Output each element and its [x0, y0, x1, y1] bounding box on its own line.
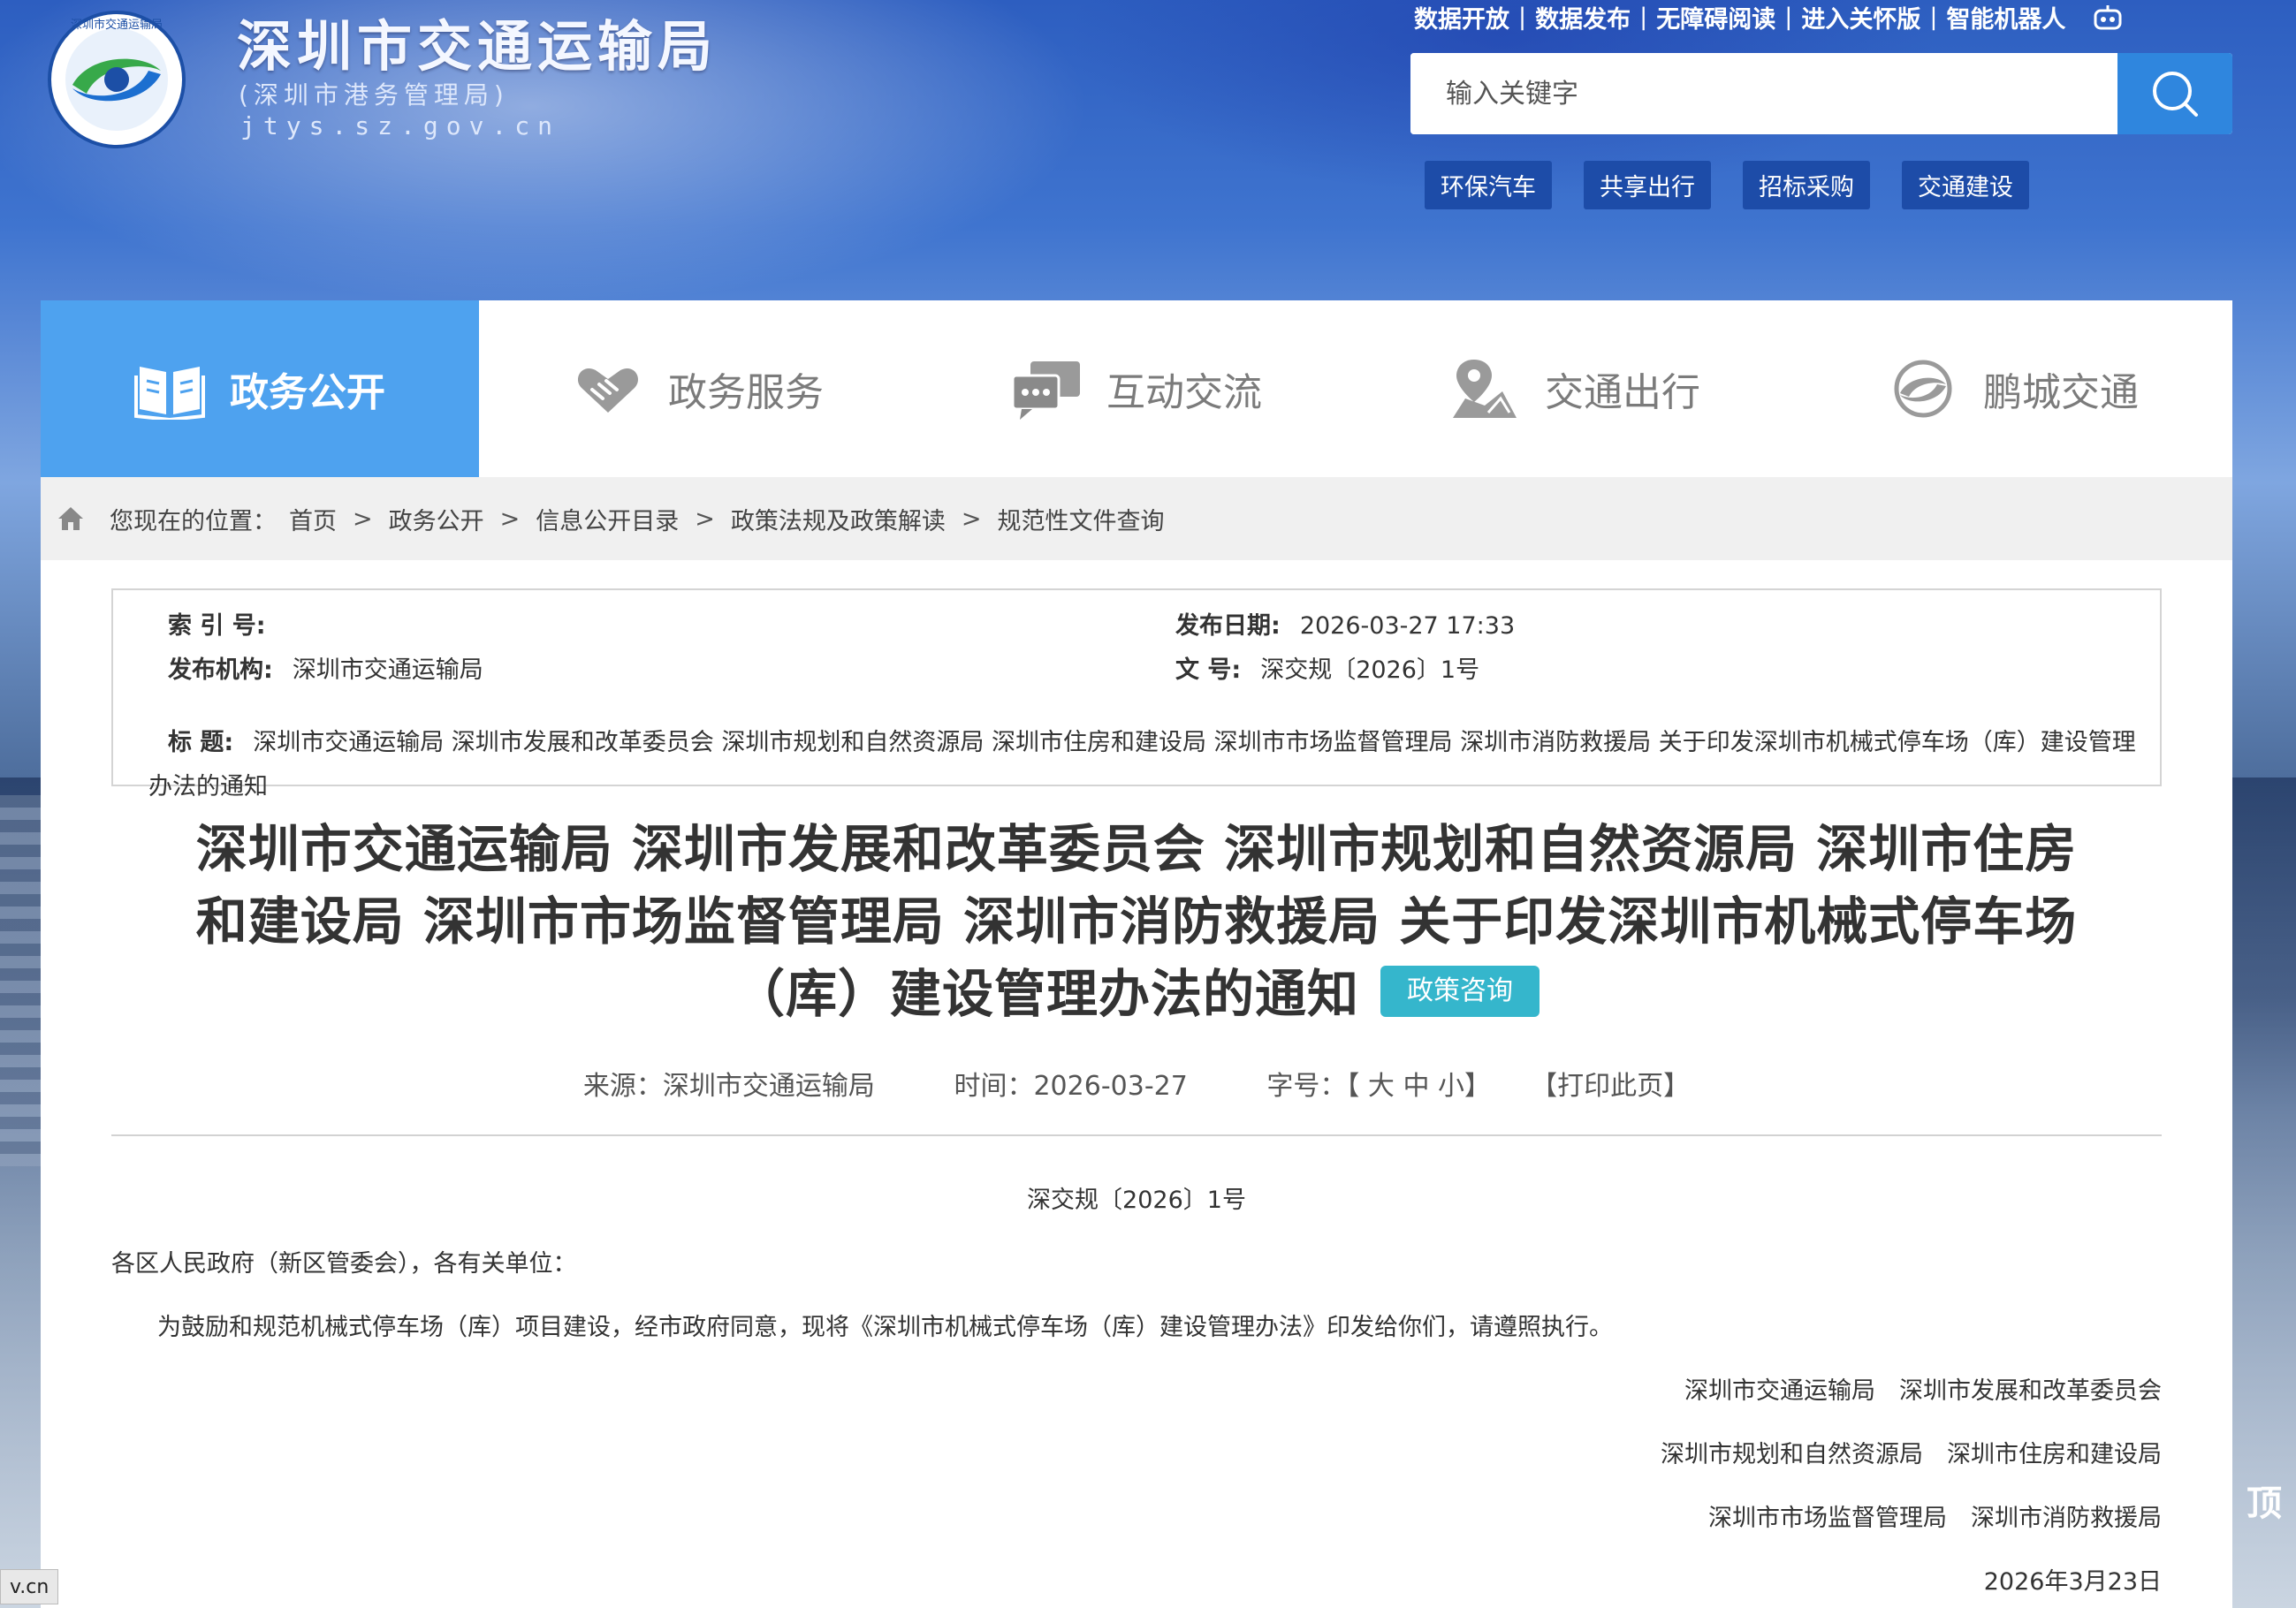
- status-bar-url: v.cn: [0, 1569, 59, 1604]
- home-icon[interactable]: [57, 505, 85, 532]
- article-time: 时间：2026-03-27: [954, 1071, 1188, 1102]
- toplink-data-release[interactable]: 数据发布: [1535, 0, 1631, 34]
- nav-label: 政务公开: [230, 370, 385, 415]
- article-signer-line: 深圳市规划和自然资源局 深圳市住房和建设局: [1661, 1441, 2162, 1468]
- toplink-separator: |: [1784, 4, 1793, 31]
- print-page-link[interactable]: 【打印此页】: [1531, 1071, 1690, 1102]
- toplink-care-version[interactable]: 进入关怀版: [1801, 0, 1920, 34]
- handshake-icon: [577, 368, 639, 413]
- meta-docno-value: 深交规〔2026〕1号: [1260, 656, 1480, 684]
- robot-icon[interactable]: [2092, 4, 2124, 30]
- article-title: 深圳市交通运输局 深圳市发展和改革委员会 深圳市规划和自然资源局 深圳市住房和建…: [173, 813, 2100, 1030]
- site-subtitle: (深圳市港务管理局): [239, 80, 509, 110]
- article-doc-number: 深交规〔2026〕1号: [1027, 1187, 1246, 1214]
- chat-icon: [1011, 361, 1080, 420]
- toplink-separator: |: [1929, 4, 1938, 31]
- meta-org-key: 发布机构:: [168, 656, 273, 684]
- toplink-data-open[interactable]: 数据开放: [1414, 0, 1509, 34]
- meta-date-key: 发布日期:: [1175, 612, 1281, 640]
- metadata-box: 索 引 号: 发布日期: 2026-03-27 17:33 发布机构: 深圳市交通运…: [111, 588, 2162, 800]
- site-title[interactable]: 深圳市交通运输局: [237, 2, 718, 81]
- hot-tag-transport-construction[interactable]: 交通建设: [1902, 161, 2029, 209]
- breadcrumb-prefix: 您现在的位置：: [110, 507, 277, 535]
- breadcrumb-separator: >: [961, 504, 982, 533]
- hot-tags: 环保汽车 共享出行 招标采购 交通建设: [1425, 161, 2029, 209]
- article-date: 2026年3月23日: [1983, 1568, 2162, 1596]
- nav-item-government-services[interactable]: 政务服务: [479, 300, 917, 477]
- meta-date-value: 2026-03-27 17:33: [1299, 612, 1516, 640]
- logo-emblem-icon[interactable]: 深圳市交通运输局: [46, 9, 187, 150]
- breadcrumb-separator: >: [353, 504, 373, 533]
- breadcrumb-item-home[interactable]: 首页: [289, 502, 337, 536]
- hot-tag-eco-car[interactable]: 环保汽车: [1425, 161, 1552, 209]
- swirl-logo-icon: [1894, 360, 1952, 418]
- meta-index-row: 索 引 号:: [168, 606, 285, 641]
- top-links: 数据开放 | 数据发布 | 无障碍阅读 | 进入关怀版 | 智能机器人: [1414, 0, 2124, 34]
- search-button[interactable]: [2117, 53, 2232, 134]
- toplink-separator: |: [1639, 4, 1648, 31]
- nav-item-pengcheng-traffic[interactable]: 鹏城交通: [1794, 300, 2232, 477]
- article-signer-line: 深圳市市场监督管理局 深圳市消防救援局: [1708, 1505, 2162, 1532]
- meta-docno-key: 文 号:: [1175, 656, 1242, 684]
- logo-ring-text: 深圳市交通运输局: [71, 18, 163, 32]
- toplink-separator: |: [1518, 4, 1527, 31]
- back-to-top-widget[interactable]: 顶: [2232, 1474, 2296, 1527]
- nav-label: 政务服务: [668, 370, 824, 415]
- meta-date-row: 发布日期: 2026-03-27 17:33: [1175, 606, 1515, 641]
- toplink-smart-robot[interactable]: 智能机器人: [1946, 0, 2065, 34]
- content-panel: 索 引 号: 发布日期: 2026-03-27 17:33 发布机构: 深圳市交通运…: [41, 560, 2232, 1608]
- article-source: 来源：深圳市交通运输局: [582, 1071, 875, 1102]
- nav-item-government-affairs[interactable]: 政务公开: [41, 300, 479, 477]
- hot-tag-procurement[interactable]: 招标采购: [1743, 161, 1870, 209]
- breadcrumb-item-gov-affairs[interactable]: 政务公开: [389, 502, 484, 536]
- nav-label: 互动交流: [1106, 370, 1262, 415]
- nav-label: 交通出行: [1545, 370, 1700, 415]
- search-input[interactable]: [1410, 53, 2117, 134]
- meta-title-row: 标 题: 深圳市交通运输局 深圳市发展和改革委员会 深圳市规划和自然资源局 深圳市…: [148, 721, 2146, 809]
- nav-item-traffic-travel[interactable]: 交通出行: [1356, 300, 1794, 477]
- nav-item-interaction[interactable]: 互动交流: [917, 300, 1356, 477]
- breadcrumb-separator: >: [695, 504, 715, 533]
- breadcrumb-item-normative-docs[interactable]: 规范性文件查询: [998, 502, 1165, 536]
- meta-index-key: 索 引 号:: [168, 612, 266, 640]
- meta-title-key: 标 题:: [168, 729, 234, 756]
- meta-org-row: 发布机构: 深圳市交通运输局: [168, 650, 483, 685]
- map-pin-icon: [1453, 360, 1517, 418]
- nav-label: 鹏城交通: [1983, 370, 2139, 415]
- breadcrumb-separator: >: [499, 504, 521, 533]
- breadcrumb: 您现在的位置： 首页 > 政务公开 > 信息公开目录 > 政策法规及政策解读 >…: [41, 477, 2232, 560]
- search-icon: [2153, 72, 2198, 117]
- article-signer-line: 深圳市交通运输局 深圳市发展和改革委员会: [1684, 1377, 2162, 1405]
- site-domain: jtys.sz.gov.cn: [240, 111, 561, 140]
- breadcrumb-item-info-catalog[interactable]: 信息公开目录: [536, 502, 679, 536]
- divider: [111, 1134, 2162, 1136]
- book-icon: [134, 367, 205, 420]
- meta-docno-row: 文 号: 深交规〔2026〕1号: [1175, 650, 1479, 685]
- meta-title-value: 深圳市交通运输局 深圳市发展和改革委员会 深圳市规划和自然资源局 深圳市住房和建…: [148, 729, 2136, 800]
- article-addressee: 各区人民政府（新区管委会），各有关单位：: [111, 1250, 577, 1278]
- breadcrumb-item-policy[interactable]: 政策法规及政策解读: [731, 502, 946, 536]
- article-body-paragraph: 为鼓励和规范机械式停车场（库）项目建设，经市政府同意，现将《深圳市机械式停车场（…: [157, 1314, 1613, 1341]
- toplink-accessible-reading[interactable]: 无障碍阅读: [1656, 0, 1775, 34]
- policy-consult-tag[interactable]: 政策咨询: [1380, 965, 1540, 1017]
- search-box: [1410, 53, 2232, 134]
- article-info-line: 来源：深圳市交通运输局 时间：2026-03-27 字号：【 大 中 小】 【打…: [41, 1064, 2232, 1103]
- main-nav: 政务公开 政务服务 互动交流 交通出行 鹏城交通: [41, 300, 2232, 477]
- article-title-text: 深圳市交通运输局 深圳市发展和改革委员会 深圳市规划和自然资源局 深圳市住房和建…: [195, 819, 2078, 1024]
- hot-tag-shared-travel[interactable]: 共享出行: [1584, 161, 1711, 209]
- font-size-control[interactable]: 字号：【 大 中 小】: [1266, 1071, 1491, 1102]
- meta-org-value: 深圳市交通运输局: [292, 656, 483, 684]
